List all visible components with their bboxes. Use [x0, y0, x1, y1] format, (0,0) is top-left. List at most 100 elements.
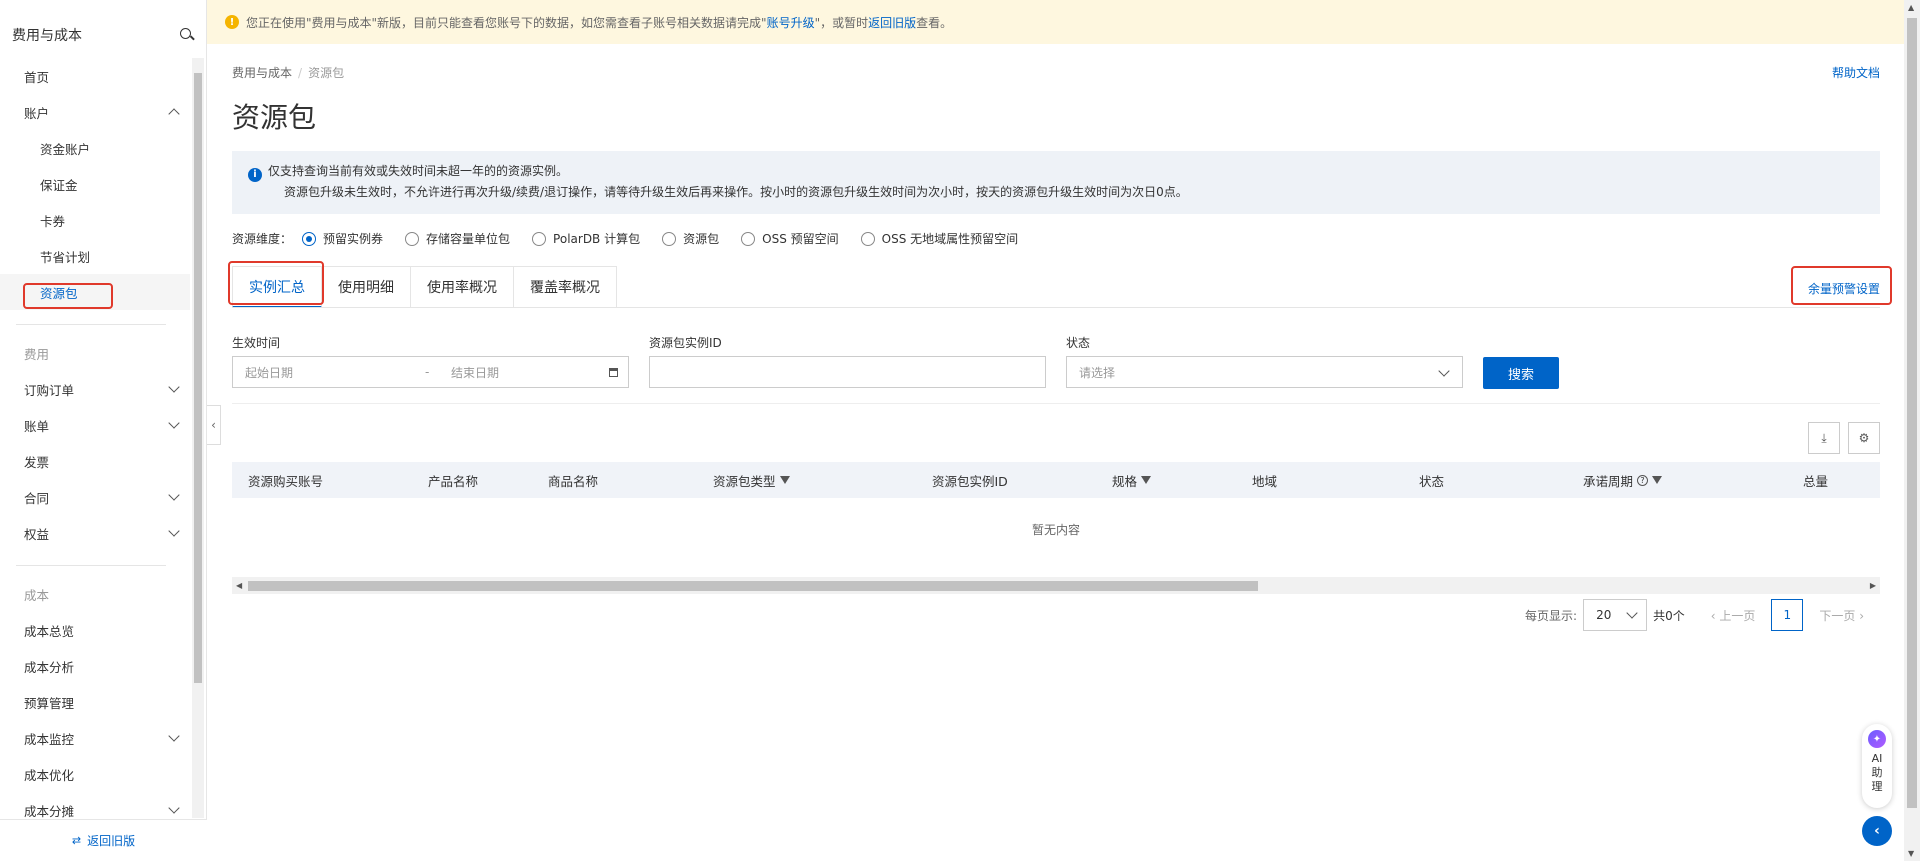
sidebar-item-label: 发票	[24, 454, 50, 470]
radio-oss-no-region[interactable]: OSS 无地域属性预留空间	[860, 230, 1019, 247]
status-placeholder: 请选择	[1079, 365, 1116, 380]
gear-icon: ⚙	[1858, 431, 1870, 445]
breadcrumb-separator: /	[298, 66, 303, 80]
download-button[interactable]: ⤓	[1808, 422, 1840, 454]
sidebar-item-cost-allocation[interactable]: 成本分摊	[0, 792, 190, 818]
tab-coverage-rate[interactable]: 覆盖率概况	[514, 266, 617, 308]
sidebar-scrollbar[interactable]	[192, 58, 204, 818]
range-separator: -	[425, 365, 430, 379]
help-docs-link[interactable]: 帮助文档	[1832, 64, 1880, 81]
settings-button[interactable]: ⚙	[1848, 422, 1880, 454]
breadcrumb-root[interactable]: 费用与成本	[232, 66, 292, 80]
tab-usage-rate[interactable]: 使用率概况	[411, 266, 514, 308]
scroll-left-icon[interactable]: ◀	[236, 581, 242, 590]
column-header-label: 商品名称	[548, 473, 599, 489]
radio-storage-capacity[interactable]: 存储容量单位包	[405, 230, 510, 247]
search-icon[interactable]	[180, 28, 194, 42]
sparkle-icon: ✦	[1868, 730, 1886, 748]
sidebar-item-cost-analysis[interactable]: 成本分析	[0, 648, 190, 684]
sidebar-item-fund-account[interactable]: 资金账户	[0, 130, 190, 166]
notice-text: 您正在使用"费用与成本"新版，目前只能查看您账号下的数据，如您需查看子账号相关数…	[246, 15, 767, 30]
search-button[interactable]: 搜索	[1483, 357, 1559, 389]
filter-icon[interactable]	[1652, 476, 1663, 484]
breadcrumb-current: 资源包	[308, 66, 345, 80]
chevron-down-icon	[168, 489, 180, 501]
return-old-link[interactable]: 返回旧版	[868, 14, 916, 31]
download-icon: ⤓	[1821, 430, 1827, 445]
sidebar-item-contracts[interactable]: 合同	[0, 479, 190, 515]
swap-icon: ⇄	[71, 834, 82, 847]
scrollbar-thumb[interactable]	[194, 73, 202, 683]
sidebar-item-cost-overview[interactable]: 成本总览	[0, 612, 190, 648]
radio-reserved-instance[interactable]: 预留实例券	[302, 230, 383, 247]
page-scrollbar[interactable]: ▲ ▼	[1904, 0, 1920, 861]
scrollbar-thumb[interactable]	[248, 581, 1258, 591]
column-header: 资源包实例ID	[932, 462, 1008, 498]
scroll-up-icon[interactable]: ▲	[1908, 3, 1914, 12]
status-select[interactable]: 请选择	[1066, 356, 1463, 388]
sidebar: 费用与成本 首页 账户 资金账户 保证金 卡券 节省计划 资源包 费用 订购订单…	[0, 0, 207, 861]
ai-assistant-button[interactable]: ✦ AI 助 理	[1862, 724, 1892, 808]
sidebar-item-invoices[interactable]: 发票	[0, 443, 190, 479]
sidebar-item-bills[interactable]: 账单	[0, 407, 190, 443]
sidebar-item-orders[interactable]: 订购订单	[0, 371, 190, 407]
start-date-input[interactable]: 起始日期	[245, 364, 425, 381]
sidebar-item-home[interactable]: 首页	[0, 58, 190, 94]
chevron-down-icon	[168, 417, 180, 429]
back-to-old-version-button[interactable]: ⇄ 返回旧版	[0, 819, 207, 861]
instance-id-input[interactable]	[649, 356, 1046, 388]
help-icon[interactable]: ?	[1637, 474, 1649, 486]
sidebar-item-savings-plan[interactable]: 节省计划	[0, 238, 190, 274]
radio-oss-reserved[interactable]: OSS 预留空间	[741, 230, 839, 247]
page-size-select[interactable]: 20	[1583, 599, 1648, 631]
scroll-down-icon[interactable]: ▼	[1908, 849, 1914, 858]
column-header-label: 承诺周期	[1583, 473, 1634, 489]
sidebar-group-cost: 成本	[24, 587, 50, 603]
collapse-panel-button[interactable]: ‹	[1862, 816, 1892, 846]
dimension-label: 资源维度：	[232, 232, 293, 246]
collapse-sidebar-button[interactable]: ‹	[207, 405, 221, 445]
radio-resource-package[interactable]: 资源包	[662, 230, 719, 247]
chevron-down-icon	[168, 381, 180, 393]
sidebar-item-benefits[interactable]: 权益	[0, 515, 190, 551]
sidebar-menu: 首页 账户 资金账户 保证金 卡券 节省计划 资源包 费用 订购订单 账单 发票…	[0, 58, 190, 818]
column-header-label: 产品名称	[428, 473, 479, 489]
account-upgrade-link[interactable]: 账号升级	[767, 14, 815, 31]
filter-icon[interactable]	[779, 476, 790, 484]
divider	[232, 403, 1880, 404]
sidebar-item-cost-optimize[interactable]: 成本优化	[0, 756, 190, 792]
chevron-left-icon: ‹	[1874, 823, 1880, 839]
radio-polardb[interactable]: PolarDB 计算包	[532, 230, 640, 247]
per-page-label: 每页显示:	[1525, 608, 1578, 623]
prev-page-button[interactable]: ‹ 上一页	[1711, 607, 1756, 624]
sidebar-item-account[interactable]: 账户	[0, 94, 190, 130]
scroll-right-icon[interactable]: ▶	[1870, 581, 1876, 590]
sidebar-item-deposit[interactable]: 保证金	[0, 166, 190, 202]
end-date-input[interactable]: 结束日期	[451, 364, 499, 381]
sidebar-item-label: 成本总览	[24, 623, 75, 639]
scrollbar-thumb[interactable]	[1907, 18, 1917, 808]
notice-banner: ! 您正在使用"费用与成本"新版，目前只能查看您账号下的数据，如您需查看子账号相…	[207, 0, 1904, 44]
tab-usage-details[interactable]: 使用明细	[322, 266, 411, 308]
highlight-box	[228, 261, 324, 305]
filter-icon[interactable]	[1141, 476, 1152, 484]
table-horizontal-scrollbar[interactable]: ◀ ▶	[232, 577, 1880, 594]
sidebar-item-label: 账户	[24, 105, 50, 121]
sidebar-item-budget[interactable]: 预算管理	[0, 684, 190, 720]
radio-label: OSS 无地域属性预留空间	[881, 232, 1019, 246]
next-page-button[interactable]: 下一页 ›	[1819, 607, 1864, 624]
info-box: i 仅支持查询当前有效或失效时间未超一年的的资源实例。 资源包升级未生效时，不允许…	[232, 151, 1880, 214]
column-header: 资源包类型	[713, 462, 790, 498]
ai-label: 理	[1871, 780, 1883, 793]
sidebar-item-label: 成本分摊	[24, 803, 75, 819]
column-header: 地域	[1252, 462, 1277, 498]
page-number-button[interactable]: 1	[1771, 599, 1804, 631]
radio-circle	[860, 231, 875, 246]
chevron-up-icon	[168, 108, 180, 120]
sidebar-item-cost-monitor[interactable]: 成本监控	[0, 720, 190, 756]
date-range-picker[interactable]: 起始日期 - 结束日期	[232, 356, 629, 388]
radio-circle	[741, 231, 756, 246]
ai-label: 助	[1871, 766, 1883, 779]
sidebar-item-label: 预算管理	[24, 695, 75, 711]
sidebar-item-coupons[interactable]: 卡券	[0, 202, 190, 238]
